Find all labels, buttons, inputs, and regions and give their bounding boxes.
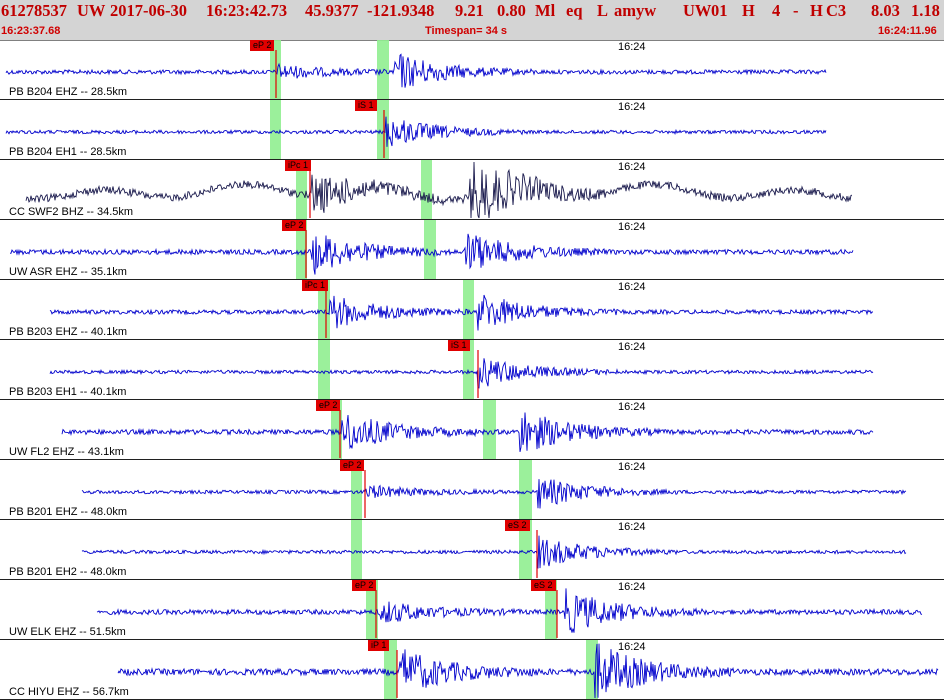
seismogram-panel[interactable]: eP 2 16:24 UW ASR EHZ -- 35.1km: [0, 220, 944, 280]
location-type: L: [597, 1, 609, 20]
seismogram-panel[interactable]: eP 2 16:24 PB B204 EHZ -- 28.5km: [0, 40, 944, 100]
analyst: amyw: [614, 1, 657, 20]
phase-pick-flag[interactable]: eS 2: [505, 520, 530, 531]
depth: 9.21: [455, 1, 484, 20]
seismogram-panel[interactable]: eS 2 16:24 PB B201 EH2 -- 48.0km: [0, 520, 944, 580]
channel-label: PB B203 EH1 -- 40.1km: [9, 386, 127, 398]
trace-line: [5, 53, 827, 88]
waveform-trace: [9, 230, 854, 278]
channel-label: PB B201 EH2 -- 48.0km: [9, 566, 127, 578]
waveform-trace: [96, 588, 923, 638]
event-summary: 61278537 UW 2017-06-30 16:23:42.73 45.93…: [0, 1, 944, 23]
trace-line: [61, 412, 874, 452]
phase-pick-flag[interactable]: eS 2: [531, 580, 556, 591]
phase-pick-flag[interactable]: iPc 1: [285, 160, 312, 171]
seismogram-panel[interactable]: eP 2 16:24 UW FL2 EHZ -- 43.1km: [0, 400, 944, 460]
seismogram-panels[interactable]: eP 2 16:24 PB B204 EHZ -- 28.5km iS 1 16:24 P…: [0, 40, 944, 700]
origin-flag: H: [742, 1, 755, 20]
value-a: 8.03: [871, 1, 900, 20]
channel-label: PB B204 EH1 -- 28.5km: [9, 146, 127, 158]
phase-pick-flag[interactable]: iS 1: [448, 340, 470, 351]
auth-network: UW: [683, 1, 712, 20]
channel-label: UW FL2 EHZ -- 43.1km: [9, 446, 124, 458]
waveform-trace: [25, 161, 853, 219]
trace-line: [5, 116, 827, 147]
seismogram-panel[interactable]: iPc 1 16:24 CC SWF2 BHZ -- 34.5km: [0, 160, 944, 220]
event-date: 2017-06-30: [110, 1, 187, 20]
trace-line: [96, 588, 923, 633]
minute-tick-label: 16:24: [618, 521, 646, 533]
phase-pick-flag[interactable]: eP 2: [340, 460, 365, 471]
network-code: UW: [77, 1, 106, 20]
minute-tick-label: 16:24: [618, 401, 646, 413]
minute-tick-label: 16:24: [618, 341, 646, 353]
start-time: 16:23:37.68: [1, 25, 61, 37]
trace-line: [81, 479, 907, 509]
seismogram-panel[interactable]: eP 2 16:24 PB B201 EHZ -- 48.0km: [0, 460, 944, 520]
phase-pick-flag[interactable]: iS 1: [355, 100, 377, 111]
phase-pick-flag[interactable]: eP 2: [282, 220, 307, 231]
magnitude-type: Ml: [535, 1, 556, 20]
minute-tick-label: 16:24: [618, 281, 646, 293]
minute-tick-label: 16:24: [618, 41, 646, 53]
waveform-trace: [49, 350, 874, 398]
phase-pick-flag[interactable]: iP 1: [368, 640, 390, 651]
event-header: 61278537 UW 2017-06-30 16:23:42.73 45.93…: [0, 0, 944, 41]
phase-pick-flag[interactable]: iPc 1: [302, 280, 329, 291]
h-field: H: [810, 1, 823, 20]
channel-label: UW ELK EHZ -- 51.5km: [9, 626, 126, 638]
channel-label: PB B204 EHZ -- 28.5km: [9, 86, 127, 98]
phase-pick-flag[interactable]: eP 2: [250, 40, 275, 51]
minute-tick-label: 16:24: [618, 581, 646, 593]
trace-line: [25, 161, 853, 219]
phase-pick-flag[interactable]: eP 2: [316, 400, 341, 411]
channel-label: UW ASR EHZ -- 35.1km: [9, 266, 127, 278]
waveform-trace: [81, 470, 907, 518]
longitude: -121.9348: [367, 1, 435, 20]
channel-label: CC SWF2 BHZ -- 34.5km: [9, 206, 134, 218]
version: 01: [711, 1, 728, 20]
channel-label: CC HIYU EHZ -- 56.7km: [9, 686, 129, 698]
trace-line: [117, 643, 939, 699]
event-id: 61278537: [1, 1, 67, 20]
c3-field: C3: [826, 1, 847, 20]
seismogram-panel[interactable]: eP 2 eS 2 16:24 UW ELK EHZ -- 51.5km: [0, 580, 944, 640]
channel-label: PB B203 EHZ -- 40.1km: [9, 326, 127, 338]
minute-tick-label: 16:24: [618, 161, 646, 173]
trace-line: [9, 233, 854, 275]
minute-tick-label: 16:24: [618, 461, 646, 473]
value-b: 1.18: [911, 1, 940, 20]
phase-pick-flag[interactable]: eP 2: [352, 580, 377, 591]
minute-tick-label: 16:24: [618, 221, 646, 233]
end-time: 16:24:11.96: [878, 25, 937, 37]
channel-label: PB B201 EHZ -- 48.0km: [9, 506, 127, 518]
magnitude: 0.80: [497, 1, 526, 20]
waveform-trace: [117, 643, 939, 699]
seismogram-panel[interactable]: iPc 1 16:24 PB B203 EHZ -- 40.1km: [0, 280, 944, 340]
seismogram-panel[interactable]: iS 1 16:24 PB B203 EH1 -- 40.1km: [0, 340, 944, 400]
latitude: 45.9377: [305, 1, 359, 20]
waveform-trace: [49, 290, 873, 338]
trace-line: [81, 535, 907, 569]
waveform-trace: [5, 50, 827, 98]
dash-field: -: [793, 1, 799, 20]
seismogram-panel[interactable]: iP 1 16:24 CC HIYU EHZ -- 56.7km: [0, 640, 944, 700]
timespan-label: Timespan= 34 s: [425, 25, 508, 37]
minute-tick-label: 16:24: [618, 641, 646, 653]
trace-line: [49, 294, 873, 331]
minute-tick-label: 16:24: [618, 101, 646, 113]
seismogram-panel[interactable]: iS 1 16:24 PB B204 EH1 -- 28.5km: [0, 100, 944, 160]
event-type: eq: [566, 1, 583, 20]
waveform-trace: [81, 530, 907, 578]
event-time: 16:23:42.73: [206, 1, 288, 20]
trace-line: [49, 358, 874, 389]
waveform-trace: [5, 110, 827, 158]
waveform-trace: [61, 410, 874, 458]
quality-number: 4: [772, 1, 781, 20]
